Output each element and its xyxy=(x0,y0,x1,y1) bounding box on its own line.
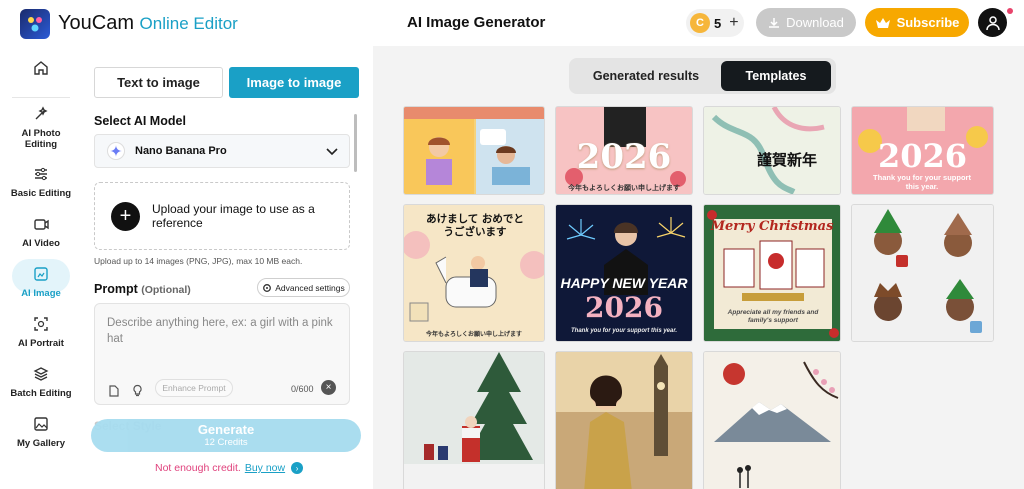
template-caption: Merry Christmas xyxy=(710,219,834,234)
model-value: Nano Banana Pro xyxy=(135,145,227,157)
notification-dot xyxy=(1007,8,1013,14)
arrow-right-icon[interactable]: › xyxy=(291,462,304,474)
prompt-textarea[interactable]: Describe anything here, ex: a girl with … xyxy=(94,303,350,405)
gear-icon xyxy=(263,283,272,292)
prompt-placeholder: Describe anything here, ex: a girl with … xyxy=(107,317,333,345)
user-icon xyxy=(985,15,1000,30)
template-subcaption: 今年もよろしくお願い申し上げます xyxy=(568,185,680,192)
model-select[interactable]: Nano Banana Pro xyxy=(94,134,350,168)
template-subcaption: 今年もよろしくお願い申し上げます xyxy=(425,332,522,338)
upload-hint: Upload up to 14 images (PNG, JPG), max 1… xyxy=(94,256,303,266)
ai-image-icon xyxy=(34,267,48,281)
template-subcaption: Thank you for your support this year. xyxy=(570,328,678,334)
sidebar-item-ai-portrait[interactable]: AI Portrait xyxy=(0,316,82,349)
home-button[interactable] xyxy=(0,60,82,82)
tab-text-to-image[interactable]: Text to image xyxy=(94,67,223,98)
generate-button[interactable]: Generate 12 Credits xyxy=(91,419,361,452)
four-holiday-faces-image xyxy=(852,205,993,341)
santa-snow-image xyxy=(404,352,544,489)
buy-now-link[interactable]: Buy now xyxy=(245,462,285,474)
bulb-icon[interactable] xyxy=(131,384,144,397)
video-icon xyxy=(34,219,49,230)
big-ben-woman-image xyxy=(556,352,692,489)
magic-wand-icon xyxy=(35,106,48,120)
results-area: Generated results Templates 2026 今年もよろしく… xyxy=(373,46,1024,489)
panel-scrollbar[interactable] xyxy=(354,114,357,172)
prompt-label: Prompt (Optional) xyxy=(94,282,191,296)
top-bar: YouCam Online Editor AI Image Generator … xyxy=(0,0,1024,46)
home-icon xyxy=(34,61,48,75)
template-card[interactable]: 2026 今年もよろしくお願い申し上げます xyxy=(555,106,693,195)
template-card[interactable]: HAPPY NEW YEAR 2026 Thank you for your s… xyxy=(555,204,693,342)
sliders-icon xyxy=(35,167,47,181)
download-button[interactable]: Download xyxy=(756,8,856,37)
sidebar-item-ai-image[interactable]: AI Image xyxy=(0,266,82,299)
template-card[interactable] xyxy=(851,204,994,342)
template-caption: 謹賀新年 xyxy=(756,151,817,169)
upload-dropzone[interactable]: + Upload your image to use as a referenc… xyxy=(94,182,350,250)
coin-icon: C xyxy=(690,13,710,33)
enhance-prompt-button[interactable]: Enhance Prompt xyxy=(155,379,233,397)
template-card[interactable] xyxy=(403,106,545,195)
sidebar-divider xyxy=(12,97,70,98)
template-card[interactable] xyxy=(403,351,545,489)
upload-plus-icon: + xyxy=(111,201,140,231)
brand-name[interactable]: YouCam Online Editor xyxy=(58,12,238,35)
toggle-generated-results[interactable]: Generated results xyxy=(572,61,720,91)
sidebar-item-batch-editing[interactable]: Batch Editing xyxy=(0,366,82,399)
template-subcaption: Appreciate all my friends and family's s… xyxy=(727,309,819,324)
crown-icon xyxy=(875,17,890,28)
template-card[interactable]: 謹賀新年 xyxy=(703,106,841,195)
credit-warning: Not enough credit. Buy now › xyxy=(155,462,304,474)
gemini-icon xyxy=(107,142,125,160)
credits-count: 5 xyxy=(714,15,722,31)
sidebar-item-basic-editing[interactable]: Basic Editing xyxy=(0,166,82,199)
model-label: Select AI Model xyxy=(94,114,186,128)
results-toggle: Generated results Templates xyxy=(569,58,836,94)
generator-panel: Text to image Image to image Select AI M… xyxy=(82,46,372,489)
template-card[interactable]: Merry Christmas Appreciate all my friend… xyxy=(703,204,841,342)
char-count: 0/600 xyxy=(291,384,314,394)
fuji-ink-image xyxy=(704,352,840,489)
template-card[interactable]: 2026 Thank you for your support this yea… xyxy=(851,106,994,195)
template-caption: 2026 xyxy=(576,137,672,177)
gallery-icon xyxy=(34,417,48,431)
comic-girls-image xyxy=(404,107,544,194)
template-subcaption: Thank you for your support this year. xyxy=(873,173,971,191)
template-caption: 2026 xyxy=(877,137,968,175)
clear-icon[interactable]: × xyxy=(321,380,336,395)
upload-text: Upload your image to use as a reference xyxy=(152,202,315,230)
chevron-down-icon xyxy=(326,148,338,156)
sidebar-item-ai-video[interactable]: AI Video xyxy=(0,216,82,249)
sidebar: AI Photo Editing Basic Editing AI Video … xyxy=(0,46,82,489)
image-ref-icon[interactable] xyxy=(107,384,120,397)
template-caption: あけまして おめでとうございます xyxy=(426,213,524,238)
template-year: 2026 xyxy=(585,291,663,324)
advanced-settings-button[interactable]: Advanced settings xyxy=(257,278,350,297)
layers-icon xyxy=(33,367,49,381)
subscribe-button[interactable]: Subscribe xyxy=(865,8,969,37)
page-title: AI Image Generator xyxy=(407,14,546,31)
credits-badge[interactable]: C 5 + xyxy=(686,9,744,37)
tab-image-to-image[interactable]: Image to image xyxy=(229,67,359,98)
download-icon xyxy=(769,17,780,28)
template-card[interactable]: あけまして おめでとうございます 今年もよろしくお願い申し上げます xyxy=(403,204,545,342)
youcam-logo-icon[interactable] xyxy=(20,9,50,39)
user-avatar[interactable] xyxy=(978,8,1007,37)
toggle-templates[interactable]: Templates xyxy=(721,61,831,91)
add-credits-icon[interactable]: + xyxy=(729,14,738,32)
portrait-icon xyxy=(34,317,48,331)
sidebar-item-my-gallery[interactable]: My Gallery xyxy=(0,416,82,449)
template-caption: HAPPY NEW YEAR xyxy=(560,275,688,291)
template-card[interactable] xyxy=(703,351,841,489)
sidebar-item-ai-photo-editing[interactable]: AI Photo Editing xyxy=(0,106,82,150)
template-card[interactable] xyxy=(555,351,693,489)
